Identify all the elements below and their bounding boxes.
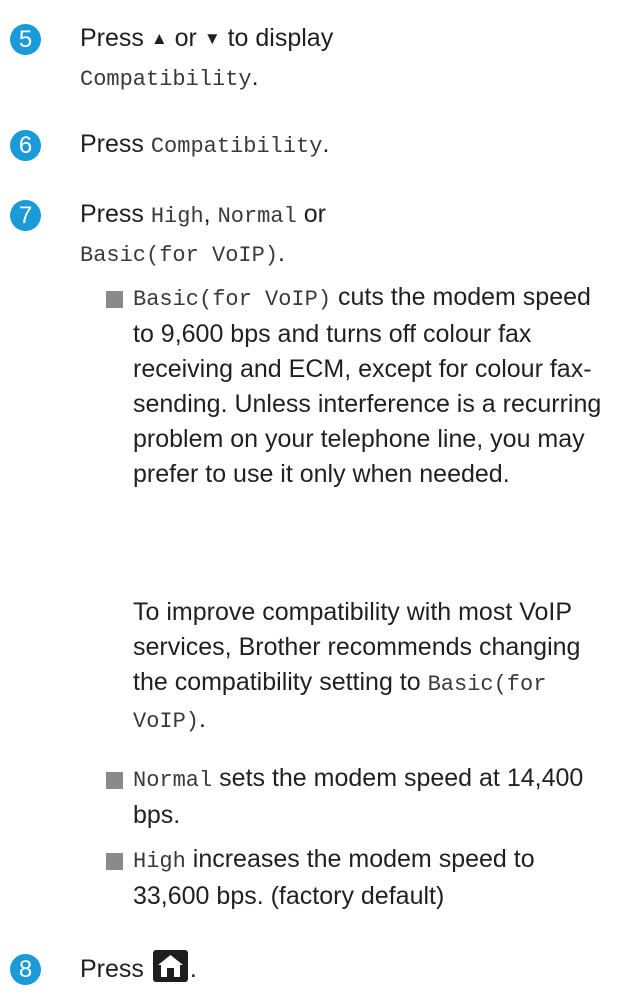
step-text: Press High, Normal or Basic(for VoIP). bbox=[80, 200, 326, 268]
down-arrow-icon: ▼ bbox=[203, 29, 221, 48]
bullet-square bbox=[106, 772, 123, 789]
step-text: Press . bbox=[80, 950, 614, 987]
bullet-item: Normal sets the modem speed at 14,400 bp… bbox=[133, 764, 584, 829]
bullet-square bbox=[106, 853, 123, 870]
menu-option: Basic(for VoIP) bbox=[133, 287, 332, 312]
menu-option: Compatibility bbox=[150, 134, 323, 159]
step-number: 7 bbox=[10, 200, 41, 231]
step-number: 8 bbox=[10, 954, 41, 985]
note-paragraph: To improve compatibility with most VoIP … bbox=[133, 598, 581, 734]
home-icon bbox=[152, 950, 188, 982]
bullet-square bbox=[106, 291, 123, 308]
up-arrow-icon: ▲ bbox=[150, 29, 168, 48]
menu-option: Compatibility bbox=[80, 67, 252, 92]
menu-option: Normal bbox=[217, 204, 297, 229]
bullet-item: Basic(for VoIP) cuts the modem speed to … bbox=[133, 283, 602, 488]
step-number: 5 bbox=[10, 24, 41, 55]
step-number: 6 bbox=[10, 130, 41, 161]
step-text: Press Compatibility. bbox=[80, 130, 330, 159]
menu-option: Basic(for VoIP) bbox=[80, 243, 279, 268]
menu-option: High bbox=[133, 849, 186, 874]
menu-option: Normal bbox=[133, 768, 213, 793]
menu-option: High bbox=[150, 204, 204, 229]
bullet-item: High increases the modem speed to 33,600… bbox=[133, 845, 535, 910]
step-text: Press ▲ or ▼ to display Compatibility. bbox=[80, 24, 334, 92]
